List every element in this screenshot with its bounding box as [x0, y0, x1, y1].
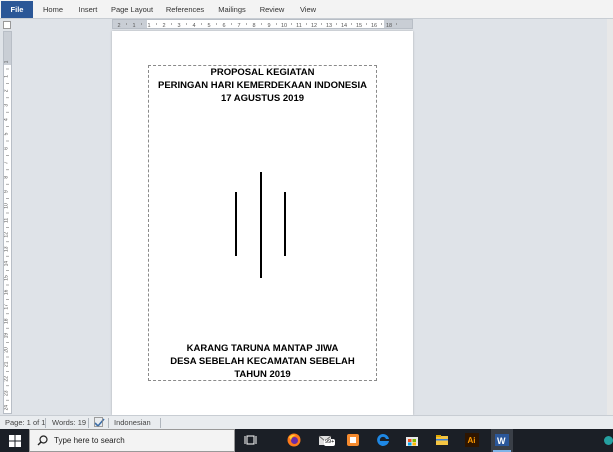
vertical-ruler[interactable]: 1 1 2 3 4 5 6 7 8 9 10 11 12 13 14 15 16 17 18 19 20 21 22 23 24	[3, 31, 12, 414]
ruler-label: 23	[4, 390, 10, 396]
vertical-scrollbar[interactable]	[607, 19, 613, 415]
status-divider	[45, 418, 46, 428]
horizontal-ruler-ticks: 2 1 1 2 3 4 5 6 7 8 9 10 11 12 13 14 15 16 18	[117, 23, 397, 28]
page-count[interactable]: Page: 1 of 1	[5, 416, 45, 429]
ruler-label: 11	[296, 23, 302, 28]
ruler-label: 18	[4, 318, 10, 324]
ruler-label: 12	[311, 23, 317, 28]
ruler-label: 9	[267, 23, 270, 28]
store-icon[interactable]	[401, 429, 423, 452]
ruler-label: 7	[237, 23, 240, 28]
taskbar: Type here to search 99+ Ai W	[0, 429, 613, 452]
firefox-icon[interactable]	[283, 429, 305, 452]
ruler-label: 4	[4, 118, 10, 121]
footer-line: DESA SEBELAH KECAMATAN SEBELAH	[170, 356, 355, 367]
ruler-label: 12	[4, 232, 10, 238]
word-icon[interactable]: W	[491, 429, 513, 452]
ruler-label: 8	[4, 176, 10, 179]
decorative-line-center	[260, 172, 262, 278]
start-button[interactable]	[0, 429, 28, 452]
ruler-label: 6	[222, 23, 225, 28]
tab-file[interactable]: File	[1, 1, 33, 18]
vertical-ruler-ticks: 1123456789101112131415161718192021222324	[4, 60, 10, 411]
ruler-label: 16	[371, 23, 377, 28]
illustrator-icon[interactable]: Ai	[461, 429, 483, 452]
ribbon-tab-bar: File Home Insert Page Layout References …	[0, 0, 613, 19]
footer-line: TAHUN 2019	[234, 369, 291, 380]
ruler-label: 16	[4, 289, 10, 295]
tab-home[interactable]: Home	[40, 2, 66, 17]
ruler-label: 1	[4, 75, 10, 78]
taskbar-search[interactable]: Type here to search	[29, 429, 235, 452]
ruler-label: 18	[386, 23, 392, 28]
ruler-label: 5	[207, 23, 210, 28]
language[interactable]: Indonesian	[114, 416, 151, 429]
title-block: PROPOSAL KEGIATAN PERINGAN HARI KEMERDEK…	[149, 66, 376, 105]
ruler-label: 3	[4, 104, 10, 107]
ruler-label: 2	[4, 89, 10, 92]
status-divider	[160, 418, 161, 428]
svg-text:Ai: Ai	[468, 436, 476, 445]
ruler-label: 14	[4, 261, 10, 267]
ruler-label: 3	[177, 23, 180, 28]
ruler-label: 14	[341, 23, 347, 28]
title-line: PROPOSAL KEGIATAN	[210, 67, 315, 78]
decorative-line-left	[235, 192, 237, 256]
document-page[interactable]: PROPOSAL KEGIATAN PERINGAN HARI KEMERDEK…	[112, 31, 413, 415]
ruler-label: 6	[4, 147, 10, 150]
ruler-label: 10	[281, 23, 287, 28]
tab-selector[interactable]	[3, 21, 11, 29]
ruler-label: 15	[356, 23, 362, 28]
ruler-label: 9	[4, 190, 10, 193]
notification-badge: 99+	[324, 439, 336, 446]
mail-icon[interactable]: 99+	[314, 429, 336, 452]
tray-icon[interactable]	[604, 436, 613, 445]
svg-text:W: W	[497, 436, 506, 446]
ruler-label: 11	[4, 218, 10, 223]
windows-icon	[9, 435, 21, 447]
files-icon[interactable]	[342, 429, 364, 452]
tab-review[interactable]: Review	[257, 2, 287, 17]
ruler-label: 5	[4, 132, 10, 135]
ruler-label: 13	[4, 246, 10, 252]
title-line: 17 AGUSTUS 2019	[220, 93, 305, 104]
status-divider	[88, 418, 89, 428]
ruler-label: 19	[4, 333, 10, 339]
ruler-label: 21	[4, 361, 10, 367]
ruler-label: 4	[192, 23, 195, 28]
ruler-label: 8	[252, 23, 255, 28]
tab-references[interactable]: References	[163, 2, 207, 17]
ruler-label: 10	[4, 203, 10, 209]
horizontal-ruler[interactable]: 2 1 1 2 3 4 5 6 7 8 9 10 11 12 13 14 15 16 18	[112, 19, 413, 29]
search-icon	[37, 435, 48, 446]
title-line: PERINGAN HARI KEMERDEKAAN INDONESIA	[157, 80, 367, 91]
edge-icon[interactable]	[372, 429, 394, 452]
ruler-label: 1	[147, 23, 150, 28]
tab-page-layout[interactable]: Page Layout	[110, 2, 154, 17]
decorative-line-right	[284, 192, 286, 256]
ruler-label: 1	[4, 60, 10, 63]
ruler-label: 15	[4, 275, 10, 281]
search-placeholder: Type here to search	[54, 436, 125, 445]
ruler-label: 1	[132, 23, 135, 28]
ruler-label: 17	[4, 304, 10, 310]
word-count[interactable]: Words: 19	[52, 416, 86, 429]
tab-insert[interactable]: Insert	[74, 2, 102, 17]
tab-view[interactable]: View	[295, 2, 321, 17]
task-view-icon[interactable]	[240, 429, 262, 452]
ruler-label: 2	[117, 23, 120, 28]
ruler-label: 24	[4, 405, 10, 411]
ruler-label: 13	[326, 23, 332, 28]
tab-mailings[interactable]: Mailings	[215, 2, 249, 17]
ruler-label: 7	[4, 161, 10, 164]
page-border-frame: PROPOSAL KEGIATAN PERINGAN HARI KEMERDEK…	[148, 65, 377, 381]
status-divider	[108, 418, 109, 428]
footer-line: KARANG TARUNA MANTAP JIWA	[186, 343, 339, 354]
ruler-label: 22	[4, 376, 10, 382]
ruler-label: 2	[162, 23, 165, 28]
footer-block: KARANG TARUNA MANTAP JIWA DESA SEBELAH K…	[149, 342, 376, 381]
ruler-label: 20	[4, 347, 10, 353]
status-bar: Page: 1 of 1 Words: 19 Indonesian	[0, 415, 613, 429]
file-explorer-icon[interactable]	[431, 429, 453, 452]
